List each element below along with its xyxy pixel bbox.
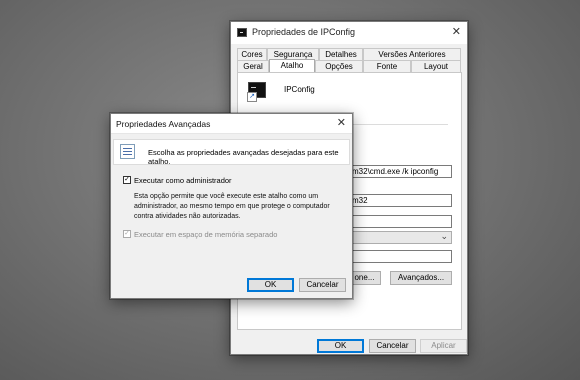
tab-opcoes[interactable]: Opções bbox=[315, 60, 363, 72]
check-icon: ✓ bbox=[124, 230, 130, 237]
tab-geral[interactable]: Geral bbox=[237, 60, 269, 72]
cancel-button[interactable]: Cancelar bbox=[369, 339, 416, 353]
separate-memory-label[interactable]: Executar em espaço de memória separado bbox=[134, 230, 277, 239]
advanced-properties-dialog: Propriedades Avançadas ✕ Escolha as prop… bbox=[110, 113, 353, 299]
run-as-admin-label[interactable]: Executar como administrador bbox=[134, 176, 232, 185]
window-title: Propriedades de IPConfig bbox=[252, 27, 356, 37]
run-as-admin-description: Esta opção permite que você execute este… bbox=[134, 193, 330, 220]
check-icon: ✓ bbox=[124, 176, 130, 183]
info-panel: Escolha as propriedades avançadas deseja… bbox=[113, 139, 350, 166]
tab-fonte[interactable]: Fonte bbox=[363, 60, 411, 72]
separate-memory-checkbox[interactable]: ✓ bbox=[123, 230, 131, 238]
tab-layout[interactable]: Layout bbox=[411, 60, 461, 72]
chevron-down-icon: ⌄ bbox=[440, 231, 448, 241]
tab-row-2: Geral Atalho Opções Fonte Layout bbox=[237, 59, 461, 72]
target-field[interactable]: m32\cmd.exe /k ipconfig bbox=[348, 165, 452, 178]
shortcut-icon bbox=[247, 82, 266, 102]
close-icon[interactable]: ✕ bbox=[452, 25, 461, 38]
dialog-cancel-button[interactable]: Cancelar bbox=[299, 278, 346, 292]
info-text: Escolha as propriedades avançadas deseja… bbox=[148, 148, 339, 166]
title-bar[interactable]: Propriedades de IPConfig ✕ bbox=[231, 22, 467, 44]
tab-detalhes[interactable]: Detalhes bbox=[319, 48, 363, 60]
tab-cores[interactable]: Cores bbox=[237, 48, 267, 60]
shortcut-key-field[interactable] bbox=[348, 215, 452, 228]
comment-field[interactable] bbox=[348, 250, 452, 263]
apply-button[interactable]: Aplicar bbox=[420, 339, 467, 353]
run-as-admin-checkbox[interactable]: ✓ bbox=[123, 176, 131, 184]
dialog-ok-button[interactable]: OK bbox=[247, 278, 294, 292]
dialog-title-bar[interactable]: Propriedades Avançadas ✕ bbox=[111, 114, 352, 134]
properties-list-icon bbox=[120, 144, 135, 159]
cmd-app-icon bbox=[237, 28, 247, 37]
tab-atalho[interactable]: Atalho bbox=[269, 59, 315, 72]
tab-versoes-anteriores[interactable]: Versões Anteriores bbox=[363, 48, 461, 60]
run-select[interactable]: ⌄ bbox=[348, 231, 452, 244]
shortcut-name: IPConfig bbox=[284, 85, 315, 94]
advanced-button[interactable]: Avançados... bbox=[390, 271, 452, 285]
ok-button[interactable]: OK bbox=[317, 339, 364, 353]
dialog-title: Propriedades Avançadas bbox=[116, 119, 211, 129]
close-icon[interactable]: ✕ bbox=[337, 116, 346, 129]
start-in-field[interactable]: m32 bbox=[348, 194, 452, 207]
